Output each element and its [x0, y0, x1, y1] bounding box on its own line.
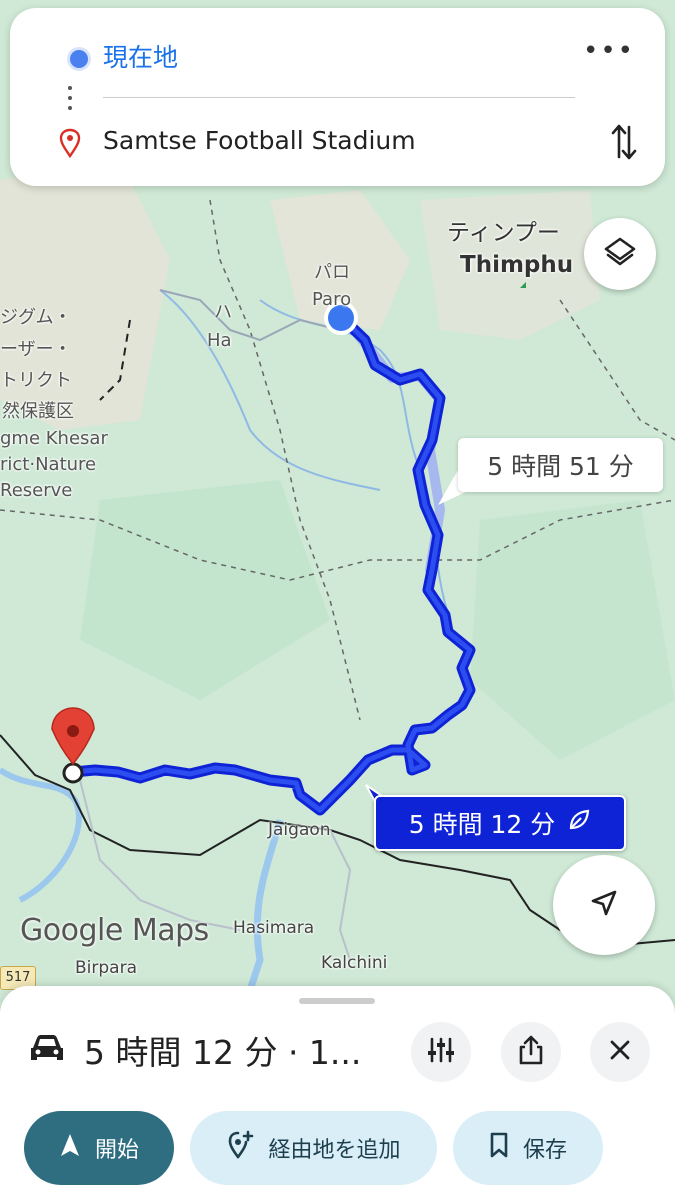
add-stop-button[interactable]: 経由地を追加	[190, 1111, 437, 1185]
map-label-kalchini: Kalchini	[321, 953, 388, 973]
map-label-paro-ja: パロ	[314, 262, 350, 283]
map-label-birpara: Birpara	[75, 958, 137, 978]
map-label-reserve: トリクト	[0, 370, 72, 391]
route-summary[interactable]: 5 時間 12 分 · 1...	[84, 1026, 361, 1074]
alternate-route-time[interactable]: 5 時間 51 分	[458, 438, 663, 492]
save-button[interactable]: 保存	[453, 1111, 603, 1185]
google-maps-logo: Google Maps	[20, 913, 209, 948]
share-button[interactable]	[501, 1022, 561, 1082]
start-button-label: 開始	[94, 1138, 139, 1163]
share-icon	[518, 1035, 544, 1069]
close-button[interactable]	[590, 1022, 650, 1082]
navigate-icon	[59, 1132, 81, 1164]
swap-icon[interactable]	[611, 123, 637, 165]
map-label-reserve: ーザー・	[0, 339, 72, 360]
sheet-drag-handle[interactable]	[299, 998, 375, 1004]
map-label-thimphu-ja: ティンプー	[447, 220, 560, 246]
layers-button[interactable]	[584, 218, 656, 290]
map-label-reserve: 然保護区	[2, 401, 74, 422]
alternate-route-time-label: 5 時間 51 分	[487, 452, 634, 481]
map-label-reserve: gme Khesar	[0, 428, 108, 449]
route-options-icon	[427, 1037, 455, 1067]
route-connector	[68, 86, 74, 116]
map-label-reserve: rict·Nature	[0, 454, 97, 475]
destination-pin-icon	[59, 128, 81, 162]
start-button[interactable]: 開始	[24, 1111, 174, 1185]
main-route-time-label: 5 時間 12 分	[408, 810, 556, 839]
layers-icon	[603, 235, 637, 273]
map-label-paro-en: Paro	[312, 289, 352, 310]
destination-field[interactable]: Samtse Football Stadium	[103, 126, 416, 155]
more-icon[interactable]: •••	[583, 36, 635, 66]
add-stop-icon	[226, 1130, 254, 1166]
origin-field[interactable]: 現在地	[103, 38, 178, 74]
map-label-reserve: Reserve	[0, 480, 73, 501]
route-card: 現在地 Samtse Football Stadium •••	[10, 8, 665, 186]
divider	[103, 97, 575, 98]
bottom-sheet: 5 時間 12 分 · 1... 開始 経由地を追加 保存	[0, 986, 675, 1200]
map-label-ha-ja: ハ	[214, 302, 232, 323]
add-stop-button-label: 経由地を追加	[268, 1138, 401, 1163]
map-label-hasimara: Hasimara	[233, 918, 315, 938]
close-icon	[609, 1039, 631, 1065]
origin-dot-icon	[70, 50, 88, 68]
car-icon	[28, 1033, 66, 1067]
map-label-jaigaon: Jaigaon	[268, 820, 331, 840]
map-label-reserve: ジグム・	[0, 307, 72, 328]
my-location-icon	[589, 888, 619, 922]
map-label-ha-en: Ha	[207, 330, 232, 351]
bookmark-icon	[489, 1132, 509, 1164]
route-options-button[interactable]	[411, 1022, 471, 1082]
main-route-time[interactable]: 5 時間 12 分	[374, 795, 626, 851]
save-button-label: 保存	[522, 1138, 567, 1163]
leaf-icon	[567, 808, 591, 838]
my-location-button[interactable]	[553, 855, 655, 955]
map-label-thimphu-en: Thimphu	[460, 252, 574, 278]
